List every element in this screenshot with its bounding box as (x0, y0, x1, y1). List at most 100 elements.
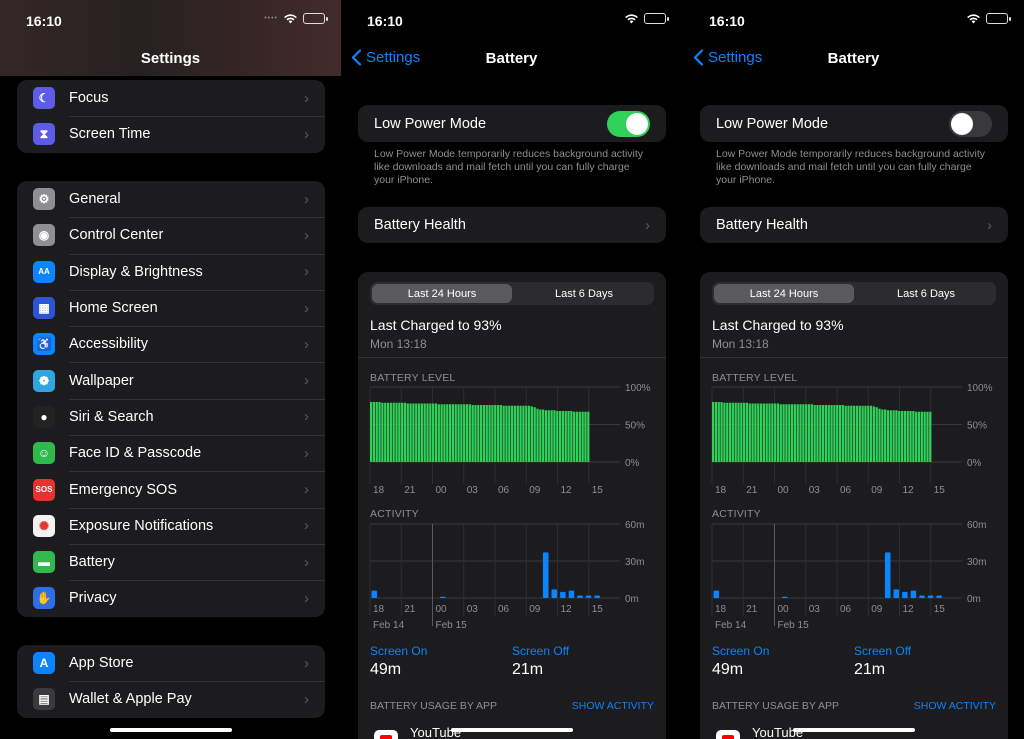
battery-level-bar (743, 402, 746, 462)
screen-off-value: 21m (854, 661, 886, 678)
battery-level-bar (875, 407, 878, 462)
battery-level-bar (451, 404, 455, 462)
settings-row-focus[interactable]: ☾ Focus › (17, 80, 325, 116)
battery-level-bar (482, 405, 486, 462)
page-title: Battery (827, 50, 880, 67)
battery-health-row[interactable]: Battery Health › (358, 207, 666, 243)
settings-row-face-id-passcode[interactable]: ☺ Face ID & Passcode › (17, 435, 325, 471)
battery-level-bar (833, 405, 836, 462)
battery-level-bar (793, 404, 797, 462)
low-power-mode-row: Low Power Mode (358, 105, 666, 142)
activity-bar (713, 590, 720, 598)
low-power-mode-toggle[interactable] (949, 110, 992, 137)
sos-icon: SOS (33, 478, 55, 501)
x-tick-label: 06 (840, 485, 852, 496)
battery-level-bar (895, 410, 898, 462)
battery-level-bar (819, 405, 822, 462)
x-tick-label: 03 (809, 485, 821, 496)
battery-level-bar (499, 405, 502, 462)
activity-bar (440, 596, 446, 598)
x-tick-label: 21 (746, 604, 758, 615)
settings-row-label: Home Screen (69, 300, 158, 317)
settings-row-home-screen[interactable]: ▦ Home Screen › (17, 289, 325, 326)
x-tick-label: 00 (778, 604, 790, 615)
text-size-icon: AA (33, 260, 55, 283)
settings-row-display-brightness[interactable]: AA Display & Brightness › (17, 253, 325, 290)
settings-row-accessibility[interactable]: ♿ Accessibility › (17, 326, 325, 362)
x-tick-label: 15 (592, 485, 604, 496)
battery-level-bar (915, 411, 918, 462)
settings-row-app-store[interactable]: A App Store › (17, 645, 325, 681)
battery-level-bar (748, 403, 751, 462)
x-tick-label: 18 (715, 485, 727, 496)
battery-level-bar (412, 403, 415, 462)
show-activity-button[interactable]: SHOW ACTIVITY (572, 700, 654, 712)
y-tick-label: 60m (625, 520, 644, 531)
settings-row-battery[interactable]: ▬ Battery › (17, 543, 325, 580)
battery-level-bar (892, 410, 895, 462)
battery-level-bar (762, 403, 765, 462)
settings-row-wallpaper[interactable]: ❁ Wallpaper › (17, 362, 325, 398)
moon-icon: ☾ (33, 87, 55, 110)
battery-level-bar (872, 406, 875, 462)
date-label: Feb 14 (373, 620, 405, 631)
battery-level-bar (929, 411, 932, 462)
chevron-right-icon: › (304, 517, 309, 535)
battery-level-bar (460, 404, 463, 462)
battery-level-bar (403, 402, 407, 462)
battery-level-bar (881, 409, 884, 462)
battery-level-bar (878, 408, 881, 462)
battery-level-bar (556, 411, 559, 462)
chevron-right-icon: › (304, 226, 309, 244)
battery-usage-heading: BATTERY USAGE BY APP (712, 700, 840, 712)
battery-level-bar (496, 405, 500, 462)
page-title: Battery (485, 50, 538, 67)
home-indicator[interactable] (792, 728, 915, 732)
status-time: 16:10 (26, 13, 62, 29)
screen-on-value: 49m (370, 661, 402, 678)
x-tick-label: 06 (498, 604, 510, 615)
battery-level-bar (768, 403, 771, 462)
settings-row-siri-search[interactable]: ● Siri & Search › (17, 398, 325, 435)
show-activity-button[interactable]: SHOW ACTIVITY (914, 700, 996, 712)
x-tick-label: 12 (561, 604, 573, 615)
nav-bar: Settings Battery (341, 40, 682, 76)
low-power-mode-toggle[interactable] (607, 110, 650, 137)
y-tick-label: 30m (625, 557, 644, 568)
battery-level-bar (855, 405, 859, 462)
settings-row-privacy[interactable]: ✋ Privacy › (17, 580, 325, 616)
battery-level-bar (827, 405, 830, 462)
y-tick-label: 50% (967, 421, 987, 432)
settings-row-label: Control Center (69, 227, 164, 244)
home-indicator[interactable] (109, 728, 232, 732)
screen-on-label: Screen On (712, 644, 770, 658)
settings-row-wallet-apple-pay[interactable]: ▤ Wallet & Apple Pay › (17, 681, 325, 717)
battery-level-bar (723, 402, 726, 462)
battery-level-bar (884, 409, 887, 462)
battery-level-bar (398, 402, 401, 462)
chevron-right-icon: › (304, 89, 309, 107)
settings-group-general: ⚙ General › ◉ Control Center › AA Display & Bri… (17, 181, 325, 617)
screen-off-label: Screen Off (854, 644, 912, 658)
wallet-icon: ▤ (33, 688, 55, 711)
settings-row-emergency-sos[interactable]: SOS Emergency SOS › (17, 471, 325, 507)
battery-level-bar (830, 405, 833, 462)
x-tick-label: 03 (467, 604, 479, 615)
battery-health-row[interactable]: Battery Health › (700, 207, 1008, 243)
battery-level-bar (912, 411, 915, 462)
activity-bar (560, 591, 566, 598)
settings-row-control-center[interactable]: ◉ Control Center › (17, 217, 325, 253)
battery-level-bar (728, 402, 732, 462)
battery-level-bar (759, 403, 763, 462)
settings-row-exposure-notifications[interactable]: ✺ Exposure Notifications › (17, 507, 325, 544)
battery-level-bar (494, 405, 497, 462)
settings-row-general[interactable]: ⚙ General › (17, 181, 325, 217)
settings-row-screen-time[interactable]: ⧗ Screen Time › (17, 116, 325, 152)
x-tick-label: 03 (809, 604, 821, 615)
battery-level-bar (900, 411, 904, 462)
battery-level-bar (488, 405, 491, 462)
x-tick-label: 15 (592, 604, 604, 615)
home-indicator[interactable] (450, 728, 573, 732)
battery-screen-lpm-off: 16:10 Settings Battery Low Power Mode Lo… (683, 0, 1024, 739)
activity-bar (568, 590, 575, 598)
